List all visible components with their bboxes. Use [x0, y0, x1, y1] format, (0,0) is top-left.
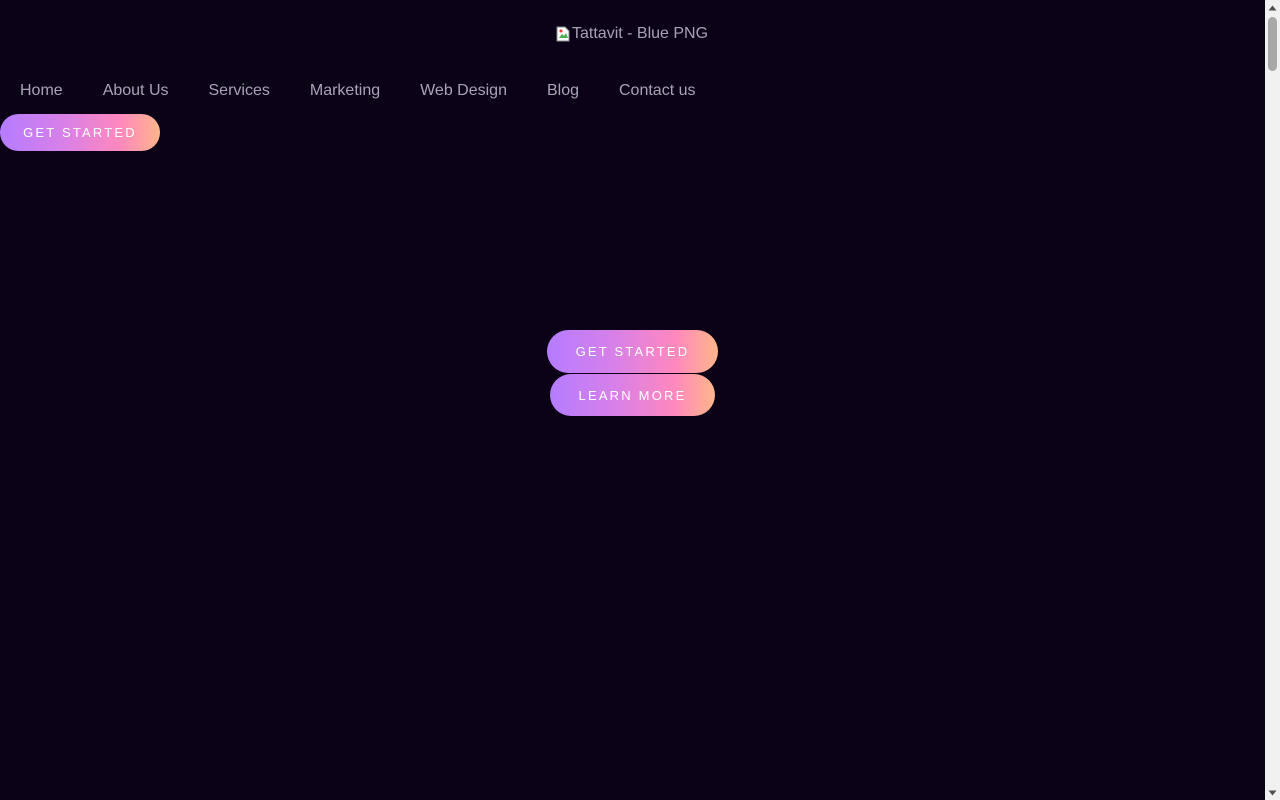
logo-alt-text: Tattavit - Blue PNG: [572, 25, 709, 42]
site-logo[interactable]: Tattavit - Blue PNG: [556, 22, 708, 46]
nav-link-services[interactable]: Services: [209, 79, 270, 103]
triangle-up-icon[interactable]: [1265, 0, 1280, 15]
nav-link-marketing[interactable]: Marketing: [310, 79, 380, 103]
triangle-down-icon[interactable]: [1265, 785, 1280, 800]
nav-link-contact-us[interactable]: Contact us: [619, 79, 695, 103]
nav-link-about-us[interactable]: About Us: [103, 79, 169, 103]
page-viewport: Tattavit - Blue PNG Home About Us Servic…: [0, 0, 1265, 800]
hero-learn-more-button[interactable]: LEARN MORE: [550, 374, 715, 416]
hero-get-started-button[interactable]: GET STARTED: [547, 330, 718, 373]
page: Tattavit - Blue PNG Home About Us Servic…: [0, 0, 1280, 800]
header-get-started-button[interactable]: GET STARTED: [0, 114, 160, 151]
nav-link-web-design[interactable]: Web Design: [420, 79, 507, 103]
nav-link-blog[interactable]: Blog: [547, 79, 579, 103]
main-nav: Home About Us Services Marketing Web Des…: [20, 79, 695, 103]
vertical-scrollbar[interactable]: [1265, 0, 1280, 800]
nav-link-home[interactable]: Home: [20, 79, 63, 103]
scrollbar-thumb[interactable]: [1268, 17, 1277, 71]
broken-image-icon: [556, 26, 570, 42]
